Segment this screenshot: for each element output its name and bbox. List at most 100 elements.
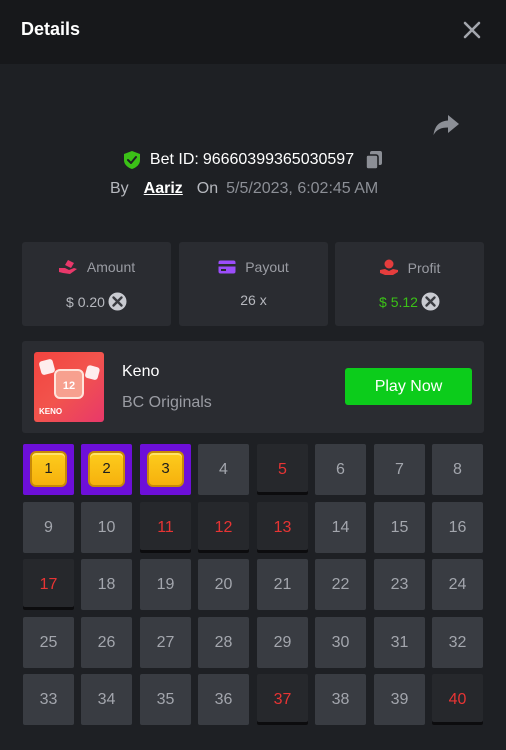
- keno-cell[interactable]: 22: [315, 559, 366, 610]
- keno-cell[interactable]: 2: [81, 444, 132, 495]
- cell-number: 19: [156, 575, 175, 593]
- amount-label: Amount: [86, 259, 136, 275]
- keno-cell[interactable]: 13: [257, 502, 308, 553]
- profit-label: Profit: [407, 259, 441, 276]
- bet-id-row: Bet ID: 96660399365030597: [0, 148, 506, 172]
- keno-cell[interactable]: 30: [315, 617, 366, 668]
- cell-number: 7: [395, 460, 404, 478]
- verified-shield-icon: [123, 151, 140, 169]
- keno-cell[interactable]: 19: [140, 559, 191, 610]
- username-link[interactable]: Aariz: [144, 180, 183, 198]
- cell-number: 28: [214, 633, 233, 651]
- currency-coin-icon: [421, 292, 440, 311]
- bet-id-value: 96660399365030597: [202, 151, 355, 168]
- keno-cell[interactable]: 11: [140, 502, 191, 553]
- by-label: By: [110, 180, 129, 197]
- keno-cell[interactable]: 10: [81, 502, 132, 553]
- bet-date: 5/5/2023, 6:02:45 AM: [226, 180, 379, 197]
- keno-cell[interactable]: 14: [315, 502, 366, 553]
- page-title: Details: [21, 19, 81, 39]
- amount-value: $ 0.20: [66, 293, 105, 310]
- profit-value: $ 5.12: [379, 293, 418, 310]
- share-icon[interactable]: [432, 112, 460, 138]
- cell-number: 40: [448, 690, 467, 708]
- keno-cell[interactable]: 28: [198, 617, 249, 668]
- cell-number: 37: [273, 690, 292, 708]
- profit-icon: [379, 259, 398, 275]
- cell-number: 1: [44, 460, 53, 477]
- keno-cell[interactable]: 15: [374, 502, 425, 553]
- keno-cell[interactable]: 16: [432, 502, 483, 553]
- cell-number: 17: [39, 575, 58, 593]
- keno-cell[interactable]: 37: [257, 674, 308, 725]
- cell-number: 4: [219, 460, 228, 478]
- details-header: Details: [0, 0, 506, 64]
- game-name[interactable]: Keno: [122, 363, 159, 381]
- cell-number: 35: [156, 690, 175, 708]
- keno-cell[interactable]: 34: [81, 674, 132, 725]
- keno-cell[interactable]: 33: [23, 674, 74, 725]
- copy-icon[interactable]: [365, 150, 383, 170]
- keno-cell[interactable]: 3: [140, 444, 191, 495]
- profit-card: Profit $ 5.12: [335, 242, 484, 326]
- keno-cell[interactable]: 8: [432, 444, 483, 495]
- game-provider: BC Originals: [122, 394, 212, 411]
- cell-number: 30: [331, 633, 350, 651]
- keno-cell[interactable]: 32: [432, 617, 483, 668]
- keno-cell[interactable]: 26: [81, 617, 132, 668]
- keno-cell[interactable]: 9: [23, 502, 74, 553]
- game-card: 12 KENO Keno BC Originals Play Now: [22, 341, 484, 433]
- keno-cell[interactable]: 18: [81, 559, 132, 610]
- cell-number: 9: [44, 518, 53, 536]
- keno-cell[interactable]: 1: [23, 444, 74, 495]
- keno-cell[interactable]: 20: [198, 559, 249, 610]
- picked-gem: 3: [147, 450, 184, 487]
- keno-cell[interactable]: 5: [257, 444, 308, 495]
- keno-cell[interactable]: 31: [374, 617, 425, 668]
- cell-number: 34: [97, 690, 116, 708]
- keno-cell[interactable]: 7: [374, 444, 425, 495]
- payout-card-icon: [218, 260, 236, 274]
- amount-icon: [58, 260, 77, 274]
- cell-number: 12: [214, 518, 233, 536]
- keno-cell[interactable]: 40: [432, 674, 483, 725]
- cell-number: 29: [273, 633, 292, 651]
- keno-cell[interactable]: 23: [374, 559, 425, 610]
- cell-number: 10: [97, 518, 116, 536]
- keno-cell[interactable]: 35: [140, 674, 191, 725]
- cell-number: 39: [390, 690, 409, 708]
- keno-cell[interactable]: 38: [315, 674, 366, 725]
- keno-cell[interactable]: 12: [198, 502, 249, 553]
- cell-number: 31: [390, 633, 409, 651]
- cell-number: 3: [161, 460, 170, 477]
- keno-cell[interactable]: 36: [198, 674, 249, 725]
- cell-number: 6: [336, 460, 345, 478]
- payout-card: Payout 26 x: [179, 242, 328, 326]
- thumb-number: 12: [63, 380, 75, 392]
- keno-cell[interactable]: 39: [374, 674, 425, 725]
- cell-number: 2: [102, 460, 111, 477]
- bet-id-label: Bet ID:: [149, 151, 199, 168]
- cell-number: 26: [97, 633, 116, 651]
- keno-cell[interactable]: 24: [432, 559, 483, 610]
- cell-number: 5: [278, 460, 287, 478]
- cell-number: 8: [453, 460, 462, 478]
- cell-number: 16: [448, 518, 467, 536]
- keno-game-thumbnail[interactable]: 12 KENO: [34, 352, 104, 422]
- cell-number: 33: [39, 690, 58, 708]
- keno-cell[interactable]: 29: [257, 617, 308, 668]
- close-icon[interactable]: [460, 18, 484, 42]
- bet-meta-row: By Aariz On 5/5/2023, 6:02:45 AM: [110, 178, 378, 200]
- keno-cell[interactable]: 25: [23, 617, 74, 668]
- keno-logo-icon: 12 KENO: [39, 359, 100, 416]
- on-label: On: [196, 180, 219, 197]
- play-now-button[interactable]: Play Now: [345, 368, 472, 405]
- cell-number: 13: [273, 518, 292, 536]
- cell-number: 32: [448, 633, 467, 651]
- cell-number: 18: [97, 575, 116, 593]
- keno-cell[interactable]: 6: [315, 444, 366, 495]
- keno-cell[interactable]: 27: [140, 617, 191, 668]
- keno-cell[interactable]: 21: [257, 559, 308, 610]
- keno-cell[interactable]: 4: [198, 444, 249, 495]
- keno-cell[interactable]: 17: [23, 559, 74, 610]
